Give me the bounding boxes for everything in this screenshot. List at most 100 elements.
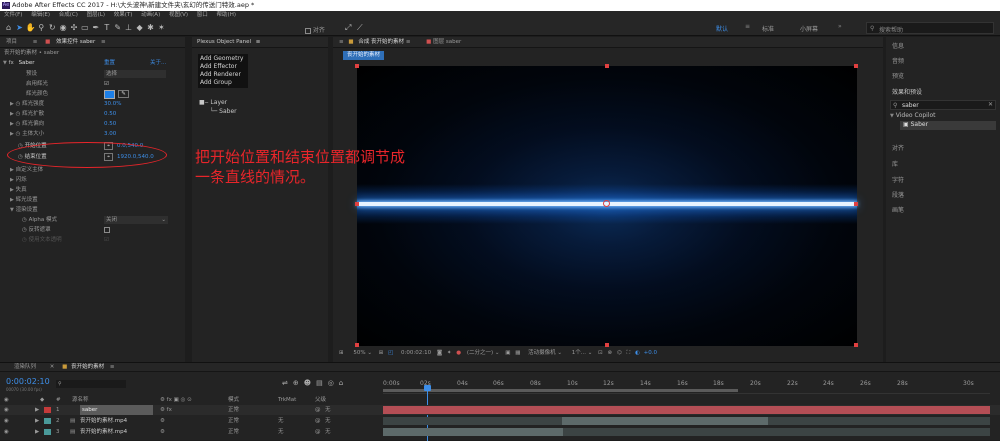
menu-help[interactable]: 帮助(H) bbox=[217, 12, 236, 18]
stopwatch-icon[interactable]: ◷ bbox=[16, 101, 21, 107]
layer-parent-dropdown[interactable]: 无 bbox=[325, 427, 331, 437]
panel-menu-icon-2[interactable]: ≡ bbox=[101, 39, 106, 45]
menu-effect[interactable]: 效果(T) bbox=[114, 12, 133, 18]
timecode-display[interactable]: 0:00:02:10 bbox=[401, 350, 431, 356]
comp-viewer[interactable] bbox=[355, 64, 858, 347]
layer-row-3[interactable]: ◉ ▶ 3 ▤ 丧开始的素材.mp4 ⚙ 正常 无 @ 无 bbox=[0, 427, 1000, 437]
panel-menu-icon[interactable]: ≡ bbox=[110, 364, 115, 370]
layer-mode-dropdown[interactable]: 正常 bbox=[228, 416, 239, 426]
flow-icon[interactable]: ⌬ bbox=[617, 350, 622, 356]
tab-effect-controls[interactable]: 效果控件 saber bbox=[56, 39, 95, 45]
clear-search-icon[interactable]: ✕ bbox=[988, 101, 993, 108]
roi-icon[interactable]: ▣ bbox=[505, 350, 510, 356]
camera-tool-icon[interactable]: ◉ bbox=[59, 22, 68, 33]
layer-duration-bar[interactable] bbox=[383, 406, 990, 414]
group-render-settings[interactable]: ▼ 渲染设置 bbox=[0, 205, 180, 215]
lock-icon[interactable]: ■ bbox=[45, 39, 50, 45]
parent-pickwhip-icon[interactable]: @ bbox=[315, 405, 321, 415]
menu-view[interactable]: 视图(V) bbox=[169, 12, 188, 18]
home-icon[interactable]: ⌂ bbox=[4, 22, 13, 33]
resolution-dropdown[interactable]: (二分之一) bbox=[467, 350, 493, 356]
hand-tool-icon[interactable]: ✋ bbox=[26, 22, 36, 33]
tab-composition[interactable]: 合成 丧开始的素材 bbox=[358, 39, 404, 45]
layer-mode-dropdown[interactable]: 正常 bbox=[228, 427, 239, 437]
stopwatch-icon[interactable]: ◷ bbox=[22, 227, 27, 233]
selection-tool-icon[interactable]: ➤ bbox=[15, 22, 24, 33]
glow-intensity-value[interactable]: 30.0% bbox=[104, 99, 121, 109]
pen-tool-icon[interactable]: ✒ bbox=[91, 22, 100, 33]
add-group-item[interactable]: Add Group bbox=[200, 79, 246, 87]
views-dropdown[interactable]: 1个... bbox=[572, 350, 586, 356]
tab-project[interactable]: 项目 bbox=[6, 39, 17, 45]
chevron-down-icon[interactable]: ⌄ bbox=[495, 350, 500, 356]
layer-row-2[interactable]: ◉ ▶ 2 ▤ 丧开始的素材.mp4 ⚙ 正常 无 @ 无 bbox=[0, 416, 1000, 426]
rectangle-tool-icon[interactable]: ▭ bbox=[80, 22, 89, 33]
clone-tool-icon[interactable]: ⊥ bbox=[124, 22, 133, 33]
handle-top-right[interactable] bbox=[854, 64, 858, 68]
group-distortion[interactable]: ▶ 失真 bbox=[0, 185, 180, 195]
layer-name[interactable]: 丧开始的素材.mp4 bbox=[80, 427, 127, 437]
playhead-handle-icon[interactable] bbox=[424, 385, 431, 391]
add-renderer-item[interactable]: Add Renderer bbox=[200, 71, 246, 79]
grid-icon[interactable]: ⊞ bbox=[379, 350, 384, 356]
zoom-dropdown[interactable]: 50% bbox=[353, 350, 365, 356]
layer-trkmat-dropdown[interactable]: 无 bbox=[278, 427, 284, 437]
roto-tool-icon[interactable]: ✱ bbox=[146, 22, 155, 33]
group-custom-core[interactable]: ▶ 自定义主体 bbox=[0, 165, 180, 175]
chevron-down-icon[interactable]: ⌄ bbox=[557, 350, 562, 356]
add-geometry-item[interactable]: Add Geometry bbox=[200, 55, 246, 63]
source-name-header[interactable]: 源名称 bbox=[72, 396, 89, 404]
handle-top-left[interactable] bbox=[355, 64, 359, 68]
eraser-tool-icon[interactable]: ◆ bbox=[135, 22, 144, 33]
menu-file[interactable]: 文件(F) bbox=[4, 12, 22, 18]
time-ruler[interactable]: 0:00s 02s 04s 06s 08s 10s 12s 14s 16s 18… bbox=[383, 380, 990, 394]
exposure-icon[interactable]: ◐ bbox=[635, 350, 640, 356]
reset-button[interactable]: 重置 bbox=[104, 58, 115, 68]
menu-composition[interactable]: 合成(C) bbox=[59, 12, 78, 18]
panel-brushes[interactable]: 画笔 bbox=[892, 205, 904, 214]
layer-duration-bar-active[interactable] bbox=[562, 417, 768, 425]
menu-layer[interactable]: 图层(L) bbox=[87, 12, 105, 18]
timeline-timecode[interactable]: 0:00:02:10 bbox=[6, 377, 50, 386]
plexus-child-node[interactable]: └─ Saber bbox=[210, 108, 237, 115]
zoom-tool-icon[interactable]: ⚲ bbox=[37, 22, 46, 33]
tab-timeline-comp[interactable]: 丧开始的素材 bbox=[71, 364, 104, 370]
eye-icon[interactable]: ◉ bbox=[4, 427, 9, 437]
layer-parent-dropdown[interactable]: 无 bbox=[325, 416, 331, 426]
layer-lock-icon[interactable]: ■ bbox=[426, 39, 431, 45]
brush-tool-icon[interactable]: ✎ bbox=[113, 22, 122, 33]
layer-switches[interactable]: ⚙ fx bbox=[160, 405, 172, 415]
work-area-bar[interactable] bbox=[383, 389, 738, 392]
group-glow-settings[interactable]: ▶ 辉光设置 bbox=[0, 195, 180, 205]
eye-icon[interactable]: ◉ bbox=[4, 416, 9, 426]
handle-top[interactable] bbox=[605, 64, 609, 68]
effects-item-saber[interactable]: ▣ Saber bbox=[900, 121, 996, 130]
menu-edit[interactable]: 编辑(E) bbox=[31, 12, 50, 18]
parent-pickwhip-icon[interactable]: @ bbox=[315, 416, 321, 426]
chevron-down-icon[interactable]: ⌄ bbox=[367, 350, 372, 356]
layer-duration-bar-active[interactable] bbox=[383, 428, 563, 436]
layer-trkmat-dropdown[interactable]: 无 bbox=[278, 416, 284, 426]
plexus-layer-node[interactable]: ■‒ Layer bbox=[199, 99, 227, 106]
add-effector-item[interactable]: Add Effector bbox=[200, 63, 246, 71]
channel-icon[interactable]: ● bbox=[456, 350, 461, 356]
expand-layer-icon[interactable]: ▶ bbox=[35, 427, 39, 437]
eye-icon[interactable]: ◉ bbox=[4, 405, 9, 415]
layer-switches[interactable]: ⚙ bbox=[160, 416, 165, 426]
layer-row-1[interactable]: ◉ ▶ 1 saber ⚙ fx 正常 @ 无 bbox=[0, 405, 1000, 415]
expand-layer-icon[interactable]: ▶ bbox=[35, 416, 39, 426]
tab-menu-icon[interactable]: ≡ bbox=[406, 39, 411, 45]
handle-left[interactable] bbox=[355, 202, 359, 206]
camera-dropdown[interactable]: 活动摄像机 bbox=[528, 350, 556, 356]
workspace-standard[interactable]: 标准 bbox=[762, 24, 774, 33]
tab-layer[interactable]: 图层 saber bbox=[433, 39, 461, 45]
stopwatch-icon[interactable]: ◷ bbox=[22, 217, 27, 223]
panel-library[interactable]: 库 bbox=[892, 159, 898, 168]
shy-icon[interactable]: ☻ bbox=[304, 379, 316, 387]
close-icon[interactable]: ✕ bbox=[50, 364, 55, 370]
menu-animation[interactable]: 动画(A) bbox=[141, 12, 160, 18]
stopwatch-icon[interactable]: ◷ bbox=[16, 131, 21, 137]
panel-effects-presets[interactable]: 效果和预设 bbox=[892, 87, 922, 96]
panel-character[interactable]: 字符 bbox=[892, 175, 904, 184]
snap-checkbox[interactable]: 对齐 bbox=[305, 25, 325, 34]
